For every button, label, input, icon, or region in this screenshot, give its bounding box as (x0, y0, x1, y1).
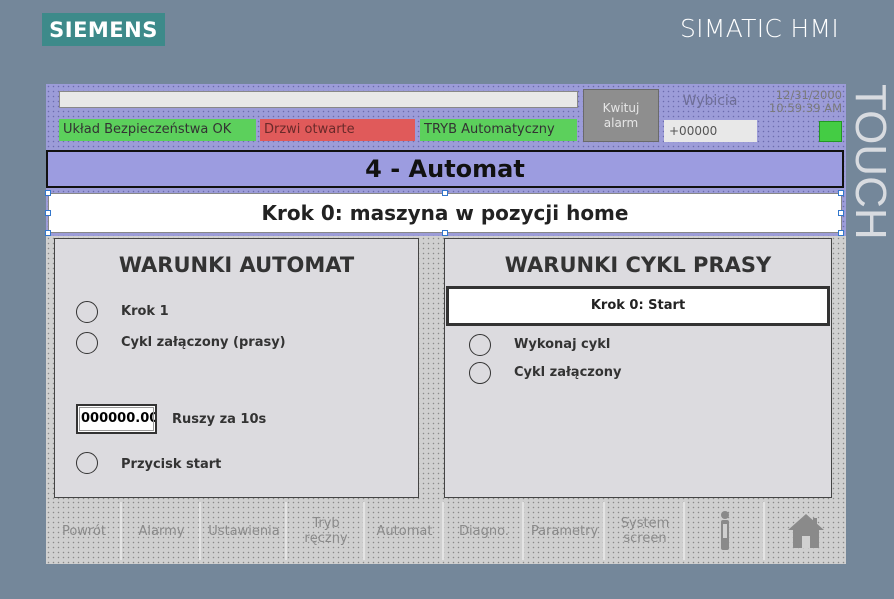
counter-value: +00000 (664, 120, 757, 142)
execute-cycle-indicator (469, 334, 491, 356)
current-step-display[interactable]: Krok 0: maszyna w pozycji home (48, 193, 842, 233)
nav-manual-mode-label: Tryb ręczny (304, 516, 348, 546)
nav-automat-button[interactable]: Automat (367, 502, 444, 560)
nav-system-screen-label: System screen (620, 516, 670, 546)
selection-handle (442, 230, 448, 236)
home-icon (787, 514, 824, 548)
time-display: 10:59:39 AM (768, 101, 842, 115)
simatic-hmi-brand: SIMATIC HMI (680, 14, 840, 43)
timer-field[interactable]: 000000.000 (76, 404, 157, 434)
nav-home-button[interactable] (767, 502, 844, 560)
nav-diagnostics-label: Diagno. (459, 523, 509, 539)
alarm-message-bar[interactable] (59, 91, 578, 108)
acknowledge-alarm-label: Kwituj alarm (602, 100, 640, 130)
press-cycle-step: Krok 0: Start (446, 286, 830, 326)
selection-handle (838, 190, 844, 196)
cycle-on-indicator (469, 362, 491, 384)
status-mode-auto: TRYB Automatyczny (420, 119, 577, 141)
krok1-indicator (76, 301, 98, 323)
nav-back-label: Powrót (61, 523, 107, 539)
date-time: 12/31/2000 10:59:39 AM (758, 89, 842, 115)
nav-alarms-label: Alarmy (138, 523, 185, 539)
nav-alarms-button[interactable]: Alarmy (124, 502, 201, 560)
selection-handle (838, 230, 844, 236)
selection-handle (442, 190, 448, 196)
press-cycle-title: WARUNKI CYKL PRASY (504, 253, 772, 277)
nav-user-button[interactable] (687, 502, 765, 560)
nav-settings-button[interactable]: Ustawienia (203, 502, 287, 560)
acknowledge-alarm-button[interactable]: Kwituj alarm (583, 89, 659, 142)
nav-parameters-button[interactable]: Parametry (526, 502, 605, 560)
status-indicator (819, 121, 842, 142)
automat-conditions-title: WARUNKI AUTOMAT (118, 253, 355, 277)
cycle-on-label: Cykl załączony (514, 365, 622, 380)
start-button-label: Przycisk start (121, 457, 222, 472)
selection-handle (838, 210, 844, 216)
nav-automat-label: Automat (376, 523, 433, 539)
start-button-indicator (76, 452, 98, 474)
nav-parameters-label: Parametry (530, 523, 599, 539)
nav-system-screen-button[interactable]: System screen (607, 502, 685, 560)
nav-settings-label: Ustawienia (208, 523, 280, 539)
selection-handle (45, 210, 51, 216)
touch-label: TOUCH (846, 84, 894, 240)
cycle-enabled-indicator (76, 332, 98, 354)
selection-handle (45, 230, 51, 236)
selection-handle (45, 190, 51, 196)
press-cycle-panel (444, 238, 832, 498)
automat-conditions-panel (54, 238, 419, 498)
status-door-open: Drzwi otwarte (260, 119, 415, 141)
page-title: 4 - Automat (46, 150, 844, 188)
nav-diagnostics-button[interactable]: Diagno. (446, 502, 524, 560)
nav-back-button[interactable]: Powrót (48, 502, 122, 560)
timer-label: Ruszy za 10s (172, 412, 267, 427)
status-safety-ok: Układ Bezpieczeństwa OK (59, 119, 256, 141)
user-key-icon (721, 511, 729, 550)
counter-title: Wybicia (682, 93, 738, 109)
execute-cycle-label: Wykonaj cykl (514, 337, 611, 352)
krok1-label: Krok 1 (121, 304, 169, 319)
cycle-enabled-label: Cykl załączony (prasy) (121, 335, 286, 350)
nav-manual-mode-button[interactable]: Tryb ręczny (289, 502, 365, 560)
siemens-logo: SIEMENS (42, 13, 165, 46)
